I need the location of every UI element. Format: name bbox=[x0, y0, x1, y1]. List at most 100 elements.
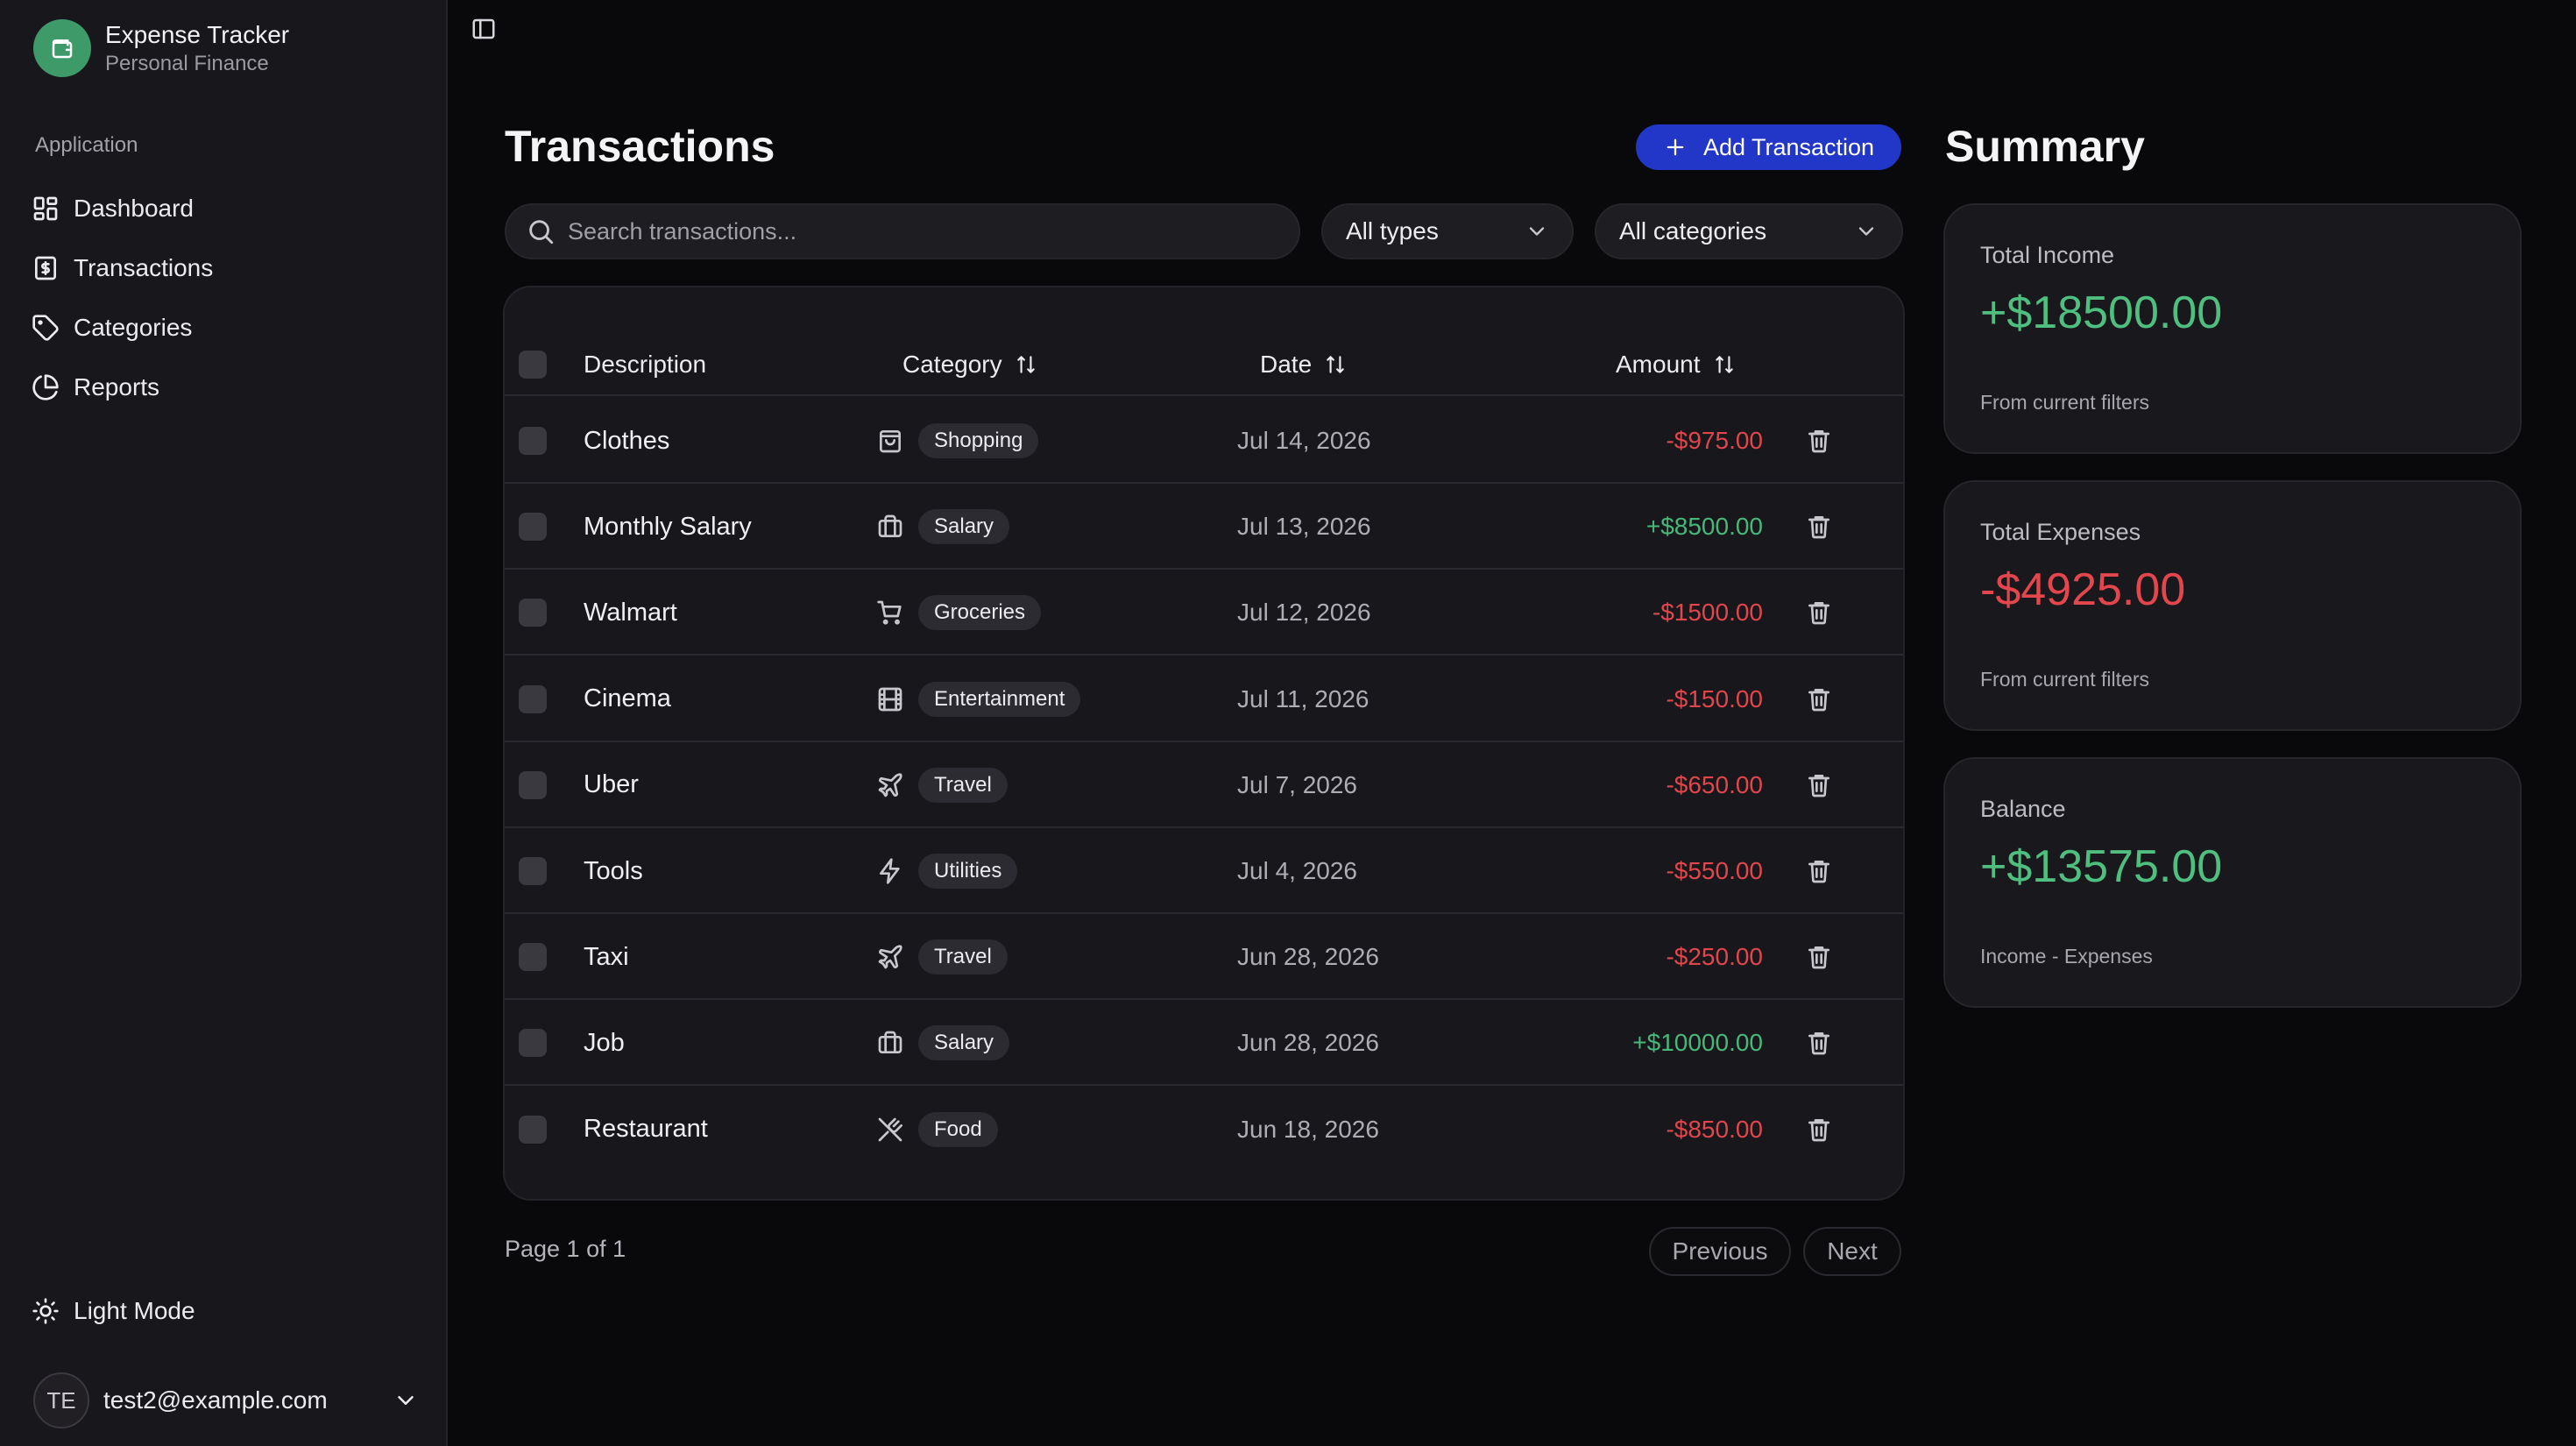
column-label: Category bbox=[902, 351, 1002, 378]
card-label: Total Income bbox=[1980, 242, 2115, 268]
delete-icon[interactable] bbox=[1805, 513, 1833, 541]
row-date: Jul 11, 2026 bbox=[1237, 684, 1369, 712]
select-all-checkbox[interactable] bbox=[519, 351, 547, 379]
column-label: Date bbox=[1260, 351, 1313, 378]
user-menu[interactable]: TE test2@example.com bbox=[33, 1371, 419, 1430]
category-badge: Travel bbox=[918, 767, 1008, 803]
delete-icon[interactable] bbox=[1805, 1116, 1833, 1144]
search-bar bbox=[505, 203, 1300, 259]
row-description: Tools bbox=[584, 856, 643, 885]
row-category: Travel bbox=[876, 914, 1008, 1000]
row-category: Salary bbox=[876, 484, 1010, 570]
table-row[interactable]: Clothes Shopping Jul 14, 2026 -$975.00 bbox=[505, 398, 1903, 484]
card-label: Balance bbox=[1980, 796, 2066, 822]
light-mode-toggle[interactable]: Light Mode bbox=[32, 1297, 195, 1325]
row-checkbox[interactable] bbox=[519, 1029, 547, 1058]
delete-icon[interactable] bbox=[1805, 943, 1833, 971]
card-value: -$4925.00 bbox=[1980, 564, 2186, 615]
sidebar-item-label: Transactions bbox=[74, 254, 214, 281]
row-description: Clothes bbox=[584, 426, 670, 455]
search-icon bbox=[526, 216, 556, 246]
category-badge: Travel bbox=[918, 939, 1008, 975]
delete-icon[interactable] bbox=[1805, 599, 1833, 627]
sidebar-item-transactions[interactable]: Transactions bbox=[32, 238, 213, 298]
row-checkbox[interactable] bbox=[519, 943, 547, 972]
row-checkbox[interactable] bbox=[519, 1115, 547, 1144]
delete-icon[interactable] bbox=[1805, 1029, 1833, 1057]
page-title: Transactions bbox=[505, 122, 775, 171]
row-amount: -$250.00 bbox=[1666, 943, 1763, 971]
sidebar-item-dashboard[interactable]: Dashboard bbox=[32, 179, 213, 238]
column-header-date[interactable]: Date bbox=[1260, 333, 1347, 396]
row-checkbox[interactable] bbox=[519, 599, 547, 627]
row-checkbox[interactable] bbox=[519, 770, 547, 799]
column-header-category[interactable]: Category bbox=[902, 333, 1037, 396]
transactions-table: Description Category Date Amount Clothes… bbox=[503, 286, 1905, 1201]
avatar: TE bbox=[33, 1372, 89, 1428]
sort-icon bbox=[1713, 353, 1736, 376]
app-subtitle: Personal Finance bbox=[105, 52, 269, 75]
delete-icon[interactable] bbox=[1805, 857, 1833, 885]
column-header-description: Description bbox=[584, 333, 706, 396]
table-row[interactable]: Taxi Travel Jun 28, 2026 -$250.00 bbox=[505, 914, 1903, 1001]
search-input[interactable] bbox=[568, 217, 1269, 245]
row-description: Monthly Salary bbox=[584, 512, 752, 541]
table-row[interactable]: Job Salary Jun 28, 2026 +$10000.00 bbox=[505, 1000, 1903, 1087]
delete-icon[interactable] bbox=[1805, 685, 1833, 713]
chevron-down-icon bbox=[1854, 219, 1879, 244]
row-date: Jun 18, 2026 bbox=[1237, 1115, 1379, 1143]
column-label: Description bbox=[584, 351, 707, 378]
previous-page-button[interactable]: Previous bbox=[1649, 1227, 1791, 1276]
sort-icon bbox=[1015, 353, 1037, 376]
row-checkbox[interactable] bbox=[519, 857, 547, 885]
table-row[interactable]: Restaurant Food Jun 18, 2026 -$850.00 bbox=[505, 1087, 1903, 1173]
table-row[interactable]: Monthly Salary Salary Jul 13, 2026 +$8500.0… bbox=[505, 484, 1903, 571]
row-checkbox[interactable] bbox=[519, 427, 547, 455]
utensils-icon bbox=[876, 1116, 904, 1144]
app-title: Expense Tracker bbox=[105, 21, 290, 48]
sort-icon bbox=[1324, 353, 1347, 376]
next-page-button[interactable]: Next bbox=[1803, 1227, 1901, 1276]
row-date: Jun 28, 2026 bbox=[1237, 943, 1379, 971]
row-category: Salary bbox=[876, 1000, 1010, 1086]
brand[interactable]: Expense Tracker Personal Finance bbox=[33, 19, 289, 77]
category-badge: Salary bbox=[918, 1025, 1010, 1061]
sidebar: Expense Tracker Personal Finance Applica… bbox=[0, 0, 448, 1446]
category-filter-select[interactable]: All categories bbox=[1595, 203, 1903, 259]
plane-icon bbox=[876, 943, 904, 971]
sidebar-item-label: Dashboard bbox=[74, 195, 194, 222]
briefcase-icon bbox=[876, 513, 904, 541]
table-row[interactable]: Uber Travel Jul 7, 2026 -$650.00 bbox=[505, 742, 1903, 828]
delete-icon[interactable] bbox=[1805, 771, 1833, 799]
tag-icon bbox=[32, 314, 60, 342]
row-category: Groceries bbox=[876, 570, 1042, 656]
sidebar-item-categories[interactable]: Categories bbox=[32, 298, 213, 358]
table-row[interactable]: Walmart Groceries Jul 12, 2026 -$1500.00 bbox=[505, 570, 1903, 656]
column-header-amount[interactable]: Amount bbox=[1616, 333, 1736, 396]
row-category: Food bbox=[876, 1087, 998, 1173]
table-row[interactable]: Tools Utilities Jul 4, 2026 -$550.00 bbox=[505, 828, 1903, 914]
user-email: test2@example.com bbox=[103, 1386, 328, 1414]
sidebar-item-reports[interactable]: Reports bbox=[32, 358, 213, 417]
type-filter-select[interactable]: All types bbox=[1321, 203, 1574, 259]
add-transaction-button[interactable]: Add Transaction bbox=[1636, 124, 1901, 170]
delete-icon[interactable] bbox=[1805, 427, 1833, 455]
card-label: Total Expenses bbox=[1980, 519, 2141, 545]
row-category: Entertainment bbox=[876, 656, 1081, 742]
card-value: +$18500.00 bbox=[1980, 287, 2223, 338]
row-date: Jul 12, 2026 bbox=[1237, 599, 1371, 627]
row-date: Jun 28, 2026 bbox=[1237, 1029, 1379, 1057]
row-checkbox[interactable] bbox=[519, 684, 547, 713]
total-income-card: Total Income +$18500.00 From current fil… bbox=[1943, 203, 2522, 454]
card-note: From current filters bbox=[1980, 391, 2149, 414]
pagination-info: Page 1 of 1 bbox=[505, 1236, 626, 1262]
receipt-icon bbox=[32, 254, 60, 282]
row-amount: -$550.00 bbox=[1666, 857, 1763, 884]
row-date: Jul 7, 2026 bbox=[1237, 770, 1357, 798]
row-amount: -$650.00 bbox=[1666, 770, 1763, 798]
sidebar-toggle-icon[interactable] bbox=[470, 16, 498, 42]
table-row[interactable]: Cinema Entertainment Jul 11, 2026 -$150.00 bbox=[505, 656, 1903, 742]
category-badge: Shopping bbox=[918, 423, 1039, 458]
row-checkbox[interactable] bbox=[519, 513, 547, 542]
row-amount: -$975.00 bbox=[1666, 427, 1763, 454]
